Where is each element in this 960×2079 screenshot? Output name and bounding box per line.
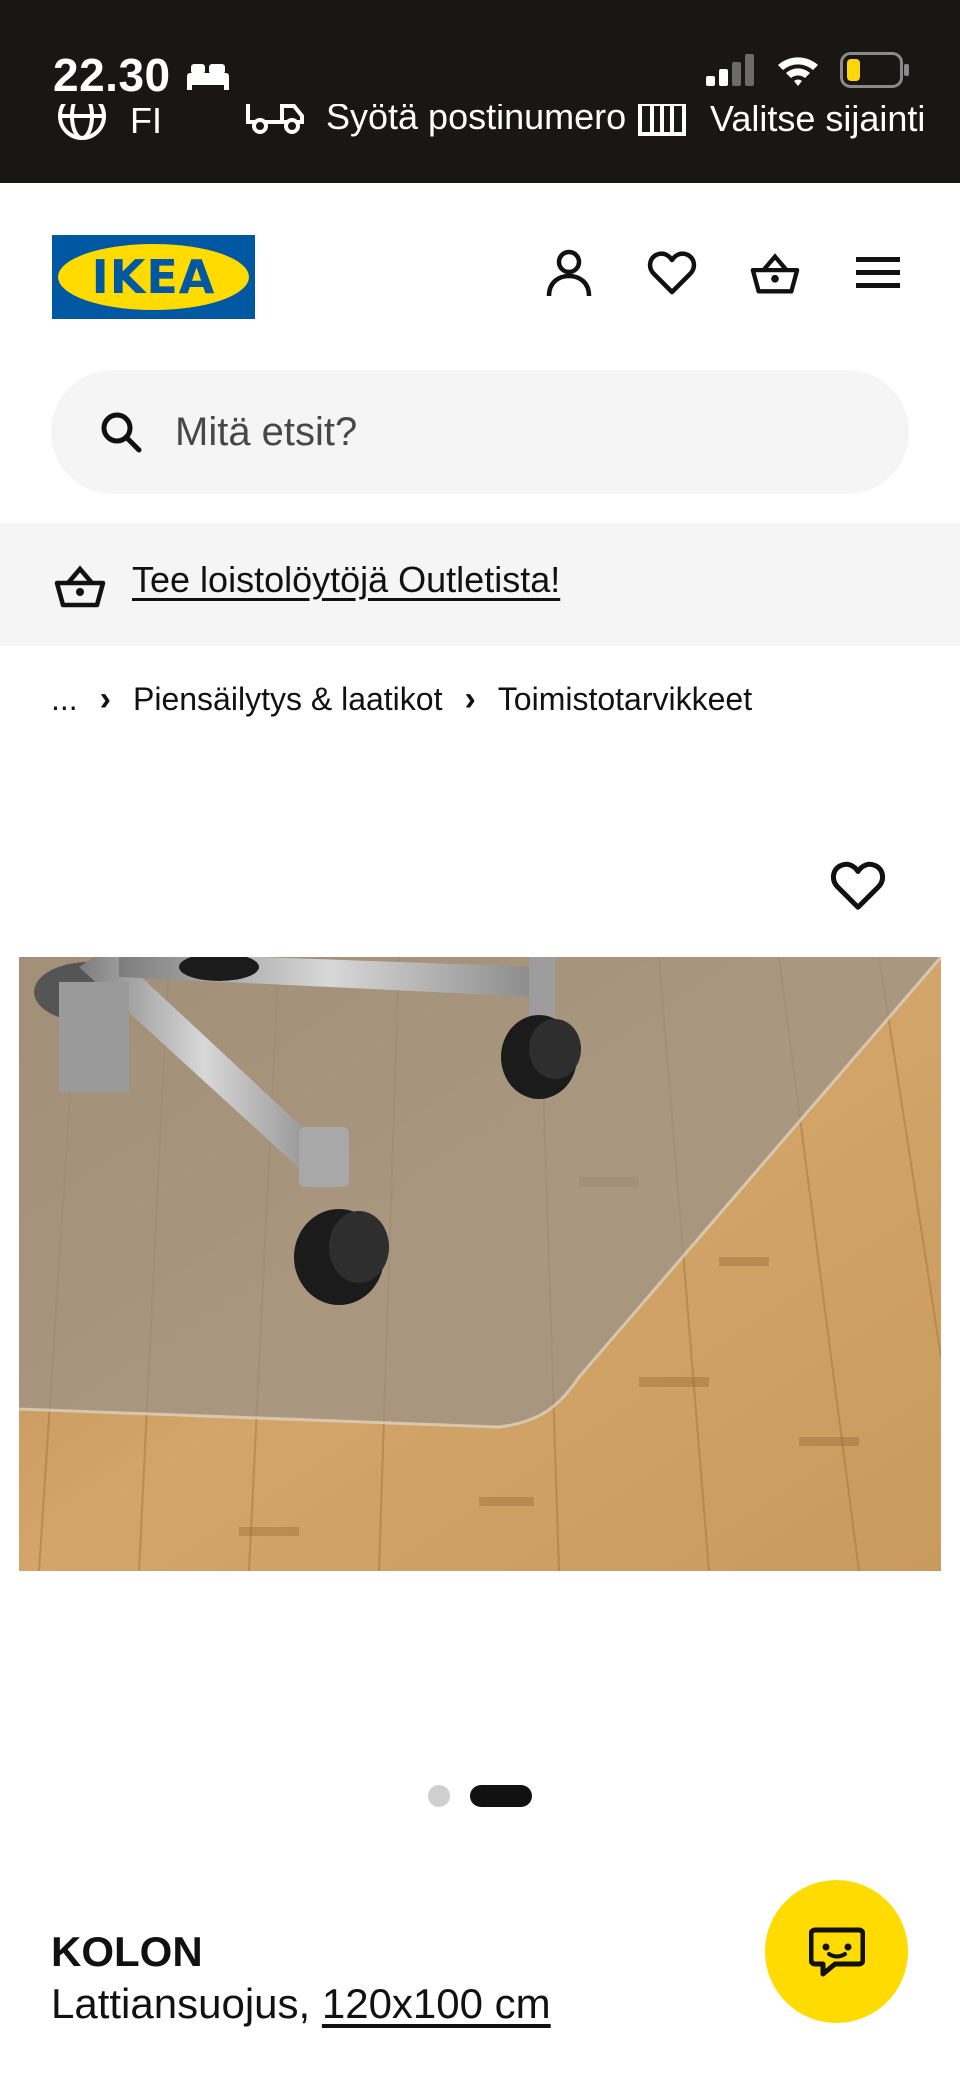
carousel-dot[interactable] — [428, 1785, 450, 1807]
search-input[interactable] — [175, 370, 855, 494]
globe-icon — [56, 104, 108, 144]
outlet-promo-link[interactable]: Tee loistolöytöjä Outletista! — [132, 559, 560, 601]
product-description: Lattiansuojus, 120x100 cm — [51, 1980, 551, 2028]
ikea-logo[interactable]: IKEA — [52, 235, 255, 319]
clock-time: 22.30 — [53, 49, 171, 101]
chevron-right-icon: › — [99, 680, 111, 718]
product-image[interactable] — [19, 957, 941, 1571]
basket-icon[interactable] — [749, 247, 801, 299]
header-actions — [543, 247, 904, 299]
store-label: Valitse sijainti — [710, 104, 926, 139]
breadcrumb-item-office-supplies[interactable]: Toimistotarvikkeet — [498, 681, 752, 718]
status-time: 22.30 — [53, 48, 231, 102]
product-size-link[interactable]: 120x100 cm — [322, 1980, 551, 2027]
chat-icon — [808, 1927, 865, 1976]
site-header: IKEA — [0, 183, 960, 523]
status-indicators — [706, 52, 910, 93]
top-strip: FI Syötä postinumero Valitse sijainti — [0, 104, 960, 144]
store-selector[interactable]: Valitse sijainti — [636, 104, 925, 144]
search-icon — [99, 410, 143, 459]
product-type: Lattiansuojus, — [51, 1980, 311, 2027]
image-carousel-indicator — [428, 1785, 532, 1807]
user-icon[interactable] — [543, 247, 595, 299]
breadcrumb-ellipsis[interactable]: ... — [51, 681, 78, 718]
store-icon — [636, 104, 688, 144]
battery-low-icon — [840, 52, 910, 93]
add-to-favourites-button[interactable] — [830, 860, 886, 916]
chevron-right-icon: › — [464, 680, 476, 718]
breadcrumb: ... › Piensäilytys & laatikot › Toimisto… — [51, 680, 752, 719]
status-bar: 22.30 FI Syötä postinumero Valitse sijai… — [0, 0, 960, 183]
postcode-label: Syötä postinumero — [326, 104, 627, 137]
carousel-dot-active[interactable] — [470, 1785, 532, 1807]
logo-text: IKEA — [91, 250, 216, 304]
bed-icon — [185, 48, 231, 102]
breadcrumb-item-storage[interactable]: Piensäilytys & laatikot — [133, 681, 442, 718]
cellular-signal-icon — [706, 54, 756, 91]
promo-banner: Tee loistolöytöjä Outletista! — [0, 523, 960, 646]
wifi-icon — [776, 53, 820, 92]
product-name: KOLON — [51, 1928, 203, 1975]
language-label: FI — [130, 104, 162, 141]
basket-icon — [53, 563, 107, 614]
heart-icon[interactable] — [646, 247, 698, 299]
search-bar[interactable] — [51, 370, 909, 494]
postcode-selector[interactable]: Syötä postinumero — [246, 104, 626, 143]
language-selector[interactable]: FI — [56, 104, 162, 144]
menu-icon[interactable] — [852, 247, 904, 299]
heart-icon — [830, 861, 886, 910]
truck-icon — [246, 104, 304, 143]
chat-button[interactable] — [765, 1880, 908, 2023]
